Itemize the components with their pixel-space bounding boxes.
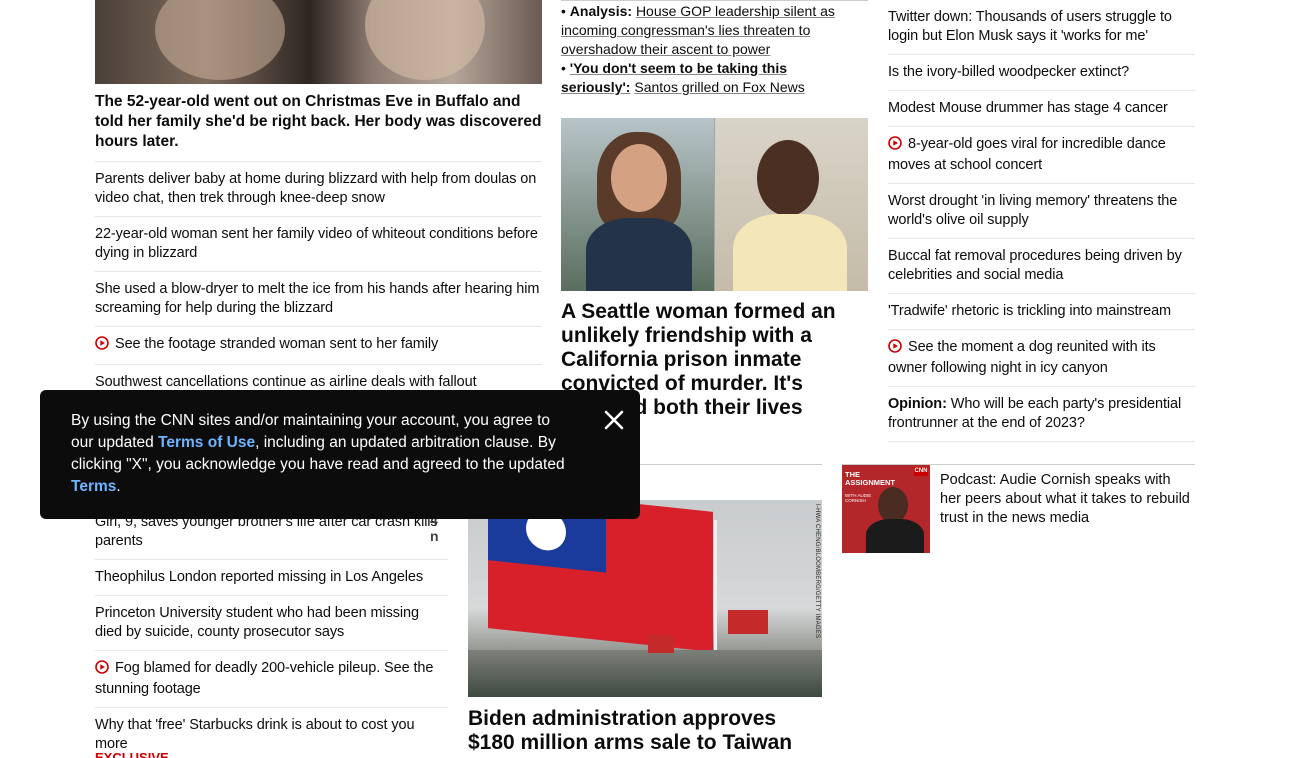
item-text[interactable]: Modest Mouse drummer has stage 4 cancer [888, 100, 1168, 116]
list-item[interactable]: Buccal fat removal procedures being driv… [888, 239, 1195, 294]
item-text[interactable]: 8-year-old goes viral for incredible dan… [888, 136, 1166, 173]
podcast-thumb-title: THE ASSIGNMENT [845, 470, 896, 487]
item-text[interactable]: Buccal fat removal procedures being driv… [888, 248, 1182, 283]
podcast-link[interactable]: Podcast: Audie Cornish speaks with her p… [940, 471, 1195, 528]
list-item[interactable]: Theophilus London reported missing in Lo… [95, 560, 448, 596]
list-item[interactable]: Fog blamed for deadly 200-vehicle pileup… [95, 651, 448, 708]
list-item[interactable]: 22-year-old woman sent her family video … [95, 217, 542, 272]
photo-credit: I-HWA CHENG/BLOOMBERG/GETTY IMAGES [814, 504, 820, 639]
left-lower-story-list: Girl, 9, saves younger brother's life af… [95, 505, 448, 758]
list-item[interactable]: 'Tradwife' rhetoric is trickling into ma… [888, 294, 1195, 330]
item-text[interactable]: Princeton University student who had bee… [95, 605, 419, 640]
consent-text-3: . [116, 478, 121, 495]
item-text[interactable]: Worst drought 'in living memory' threate… [888, 193, 1177, 228]
taiwan-flag-photo[interactable]: I-HWA CHENG/BLOOMBERG/GETTY IMAGES [468, 500, 822, 697]
left-story-list: Parents deliver baby at home during bliz… [95, 162, 542, 401]
list-item[interactable]: Modest Mouse drummer has stage 4 cancer [888, 91, 1195, 127]
bullet-label: Analysis: [569, 3, 633, 19]
list-item[interactable]: She used a blow-dryer to melt the ice fr… [95, 272, 542, 327]
partial-badge: EXCLUSIVE [95, 750, 169, 758]
bullet-text[interactable]: Santos grilled on Fox News [634, 79, 804, 95]
buffalo-story-photo[interactable] [95, 0, 542, 84]
item-text[interactable]: She used a blow-dryer to melt the ice fr… [95, 281, 539, 316]
item-text[interactable]: Southwest cancellations continue as airl… [95, 374, 477, 390]
item-text[interactable]: 22-year-old woman sent her family video … [95, 226, 538, 261]
list-item[interactable]: Is the ivory-billed woodpecker extinct? [888, 55, 1195, 91]
close-icon[interactable] [602, 408, 626, 432]
item-text[interactable]: Fog blamed for deadly 200-vehicle pileup… [95, 660, 433, 697]
list-item[interactable]: Worst drought 'in living memory' threate… [888, 184, 1195, 239]
list-item[interactable]: See the footage stranded woman sent to h… [95, 327, 542, 365]
bullet-fox-news[interactable]: • 'You don't seem to be taking this seri… [561, 59, 851, 97]
podcast-thumbnail[interactable]: THE ASSIGNMENT WITH AUDIE CORNISH CNN [842, 465, 930, 553]
list-item[interactable]: Twitter down: Thousands of users struggl… [888, 0, 1195, 55]
play-video-icon [888, 136, 902, 156]
santos-bullets: • Analysis: House GOP leadership silent … [561, 2, 851, 97]
taiwan-headline[interactable]: Biden administration approves $180 milli… [468, 707, 822, 755]
list-item[interactable]: Opinion: Who will be each party's presid… [888, 387, 1195, 442]
item-text[interactable]: Parents deliver baby at home during bliz… [95, 171, 536, 206]
item-text[interactable]: Why that 'free' Starbucks drink is about… [95, 717, 415, 752]
terms-link[interactable]: Terms [71, 478, 116, 495]
play-video-icon [888, 339, 902, 359]
play-video-icon [95, 660, 109, 680]
play-video-icon [95, 336, 109, 356]
list-item[interactable]: Princeton University student who had bee… [95, 596, 448, 651]
cnn-logo: CNN [914, 467, 928, 476]
seattle-story-photo[interactable] [561, 118, 868, 291]
terms-of-use-link[interactable]: Terms of Use [158, 434, 255, 451]
item-text[interactable]: Is the ivory-billed woodpecker extinct? [888, 64, 1129, 80]
item-text[interactable]: Girl, 9, saves younger brother's life af… [95, 514, 438, 549]
right-story-list: Twitter down: Thousands of users struggl… [888, 0, 1195, 442]
item-text[interactable]: Twitter down: Thousands of users struggl… [888, 9, 1172, 44]
divider-top [561, 0, 868, 1]
item-text[interactable]: See the footage stranded woman sent to h… [115, 336, 438, 352]
list-item[interactable]: 8-year-old goes viral for incredible dan… [888, 127, 1195, 184]
item-text[interactable]: Theophilus London reported missing in Lo… [95, 569, 423, 585]
bullet-analysis[interactable]: • Analysis: House GOP leadership silent … [561, 2, 851, 59]
item-text[interactable]: See the moment a dog reunited with its o… [888, 339, 1156, 376]
list-item[interactable]: See the moment a dog reunited with its o… [888, 330, 1195, 387]
main-headline-buffalo[interactable]: The 52-year-old went out on Christmas Ev… [95, 92, 542, 162]
item-text[interactable]: 'Tradwife' rhetoric is trickling into ma… [888, 303, 1171, 319]
terms-consent-banner: By using the CNN sites and/or maintainin… [40, 390, 640, 519]
item-label: Opinion: [888, 396, 947, 412]
list-item[interactable]: Parents deliver baby at home during bliz… [95, 162, 542, 217]
